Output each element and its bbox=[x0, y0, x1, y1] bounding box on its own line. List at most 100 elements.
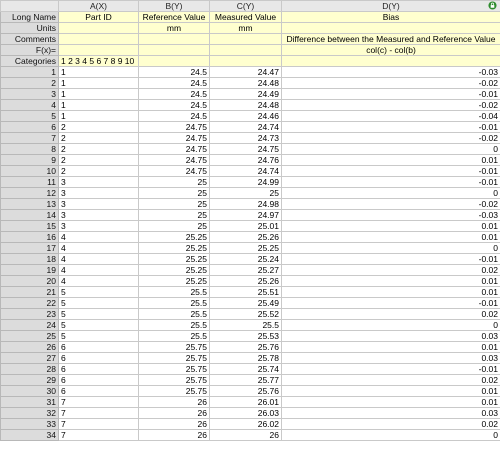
cell-measured-value[interactable]: 25.77 bbox=[209, 374, 282, 386]
units-b[interactable]: mm bbox=[138, 22, 210, 34]
units-c[interactable]: mm bbox=[209, 22, 282, 34]
cell-reference-value[interactable]: 26 bbox=[138, 429, 210, 441]
cell-bias[interactable]: -0.01 bbox=[281, 297, 500, 309]
comments-b[interactable] bbox=[138, 33, 210, 45]
cell-bias[interactable]: -0.02 bbox=[281, 132, 500, 144]
cell-part-id[interactable]: 6 bbox=[58, 341, 139, 353]
cell-part-id[interactable]: 6 bbox=[58, 374, 139, 386]
row-number[interactable]: 22 bbox=[0, 297, 59, 309]
cell-part-id[interactable]: 3 bbox=[58, 187, 139, 199]
cell-part-id[interactable]: 3 bbox=[58, 176, 139, 188]
row-number[interactable]: 12 bbox=[0, 187, 59, 199]
cell-measured-value[interactable]: 24.49 bbox=[209, 88, 282, 100]
cell-measured-value[interactable]: 24.47 bbox=[209, 66, 282, 78]
categories-c[interactable] bbox=[209, 55, 282, 67]
cell-bias[interactable]: 0.01 bbox=[281, 220, 500, 232]
column-header-a[interactable]: A(X) bbox=[58, 0, 139, 12]
row-number[interactable]: 19 bbox=[0, 264, 59, 276]
row-number[interactable]: 7 bbox=[0, 132, 59, 144]
row-label-units[interactable]: Units bbox=[0, 22, 59, 34]
cell-bias[interactable]: 0.02 bbox=[281, 374, 500, 386]
cell-bias[interactable]: -0.01 bbox=[281, 88, 500, 100]
cell-reference-value[interactable]: 25.25 bbox=[138, 275, 210, 287]
cell-reference-value[interactable]: 25 bbox=[138, 176, 210, 188]
row-number[interactable]: 15 bbox=[0, 220, 59, 232]
cell-part-id[interactable]: 4 bbox=[58, 264, 139, 276]
cell-reference-value[interactable]: 26 bbox=[138, 396, 210, 408]
cell-measured-value[interactable]: 25.24 bbox=[209, 253, 282, 265]
cell-measured-value[interactable]: 26.02 bbox=[209, 418, 282, 430]
row-number[interactable]: 25 bbox=[0, 330, 59, 342]
cell-measured-value[interactable]: 25.51 bbox=[209, 286, 282, 298]
cell-measured-value[interactable]: 26.01 bbox=[209, 396, 282, 408]
cell-measured-value[interactable]: 25.49 bbox=[209, 297, 282, 309]
row-number[interactable]: 5 bbox=[0, 110, 59, 122]
cell-bias[interactable]: -0.01 bbox=[281, 363, 500, 375]
cell-part-id[interactable]: 4 bbox=[58, 275, 139, 287]
cell-part-id[interactable]: 1 bbox=[58, 66, 139, 78]
long-name-c[interactable]: Measured Value bbox=[209, 11, 282, 23]
cell-reference-value[interactable]: 24.5 bbox=[138, 99, 210, 111]
cell-reference-value[interactable]: 25.5 bbox=[138, 286, 210, 298]
cell-part-id[interactable]: 2 bbox=[58, 165, 139, 177]
cell-measured-value[interactable]: 24.74 bbox=[209, 121, 282, 133]
row-number[interactable]: 8 bbox=[0, 143, 59, 155]
cell-measured-value[interactable]: 24.48 bbox=[209, 99, 282, 111]
cell-bias[interactable]: 0 bbox=[281, 143, 500, 155]
cell-bias[interactable]: -0.03 bbox=[281, 209, 500, 221]
cell-reference-value[interactable]: 25.75 bbox=[138, 363, 210, 375]
cell-measured-value[interactable]: 25.76 bbox=[209, 341, 282, 353]
cell-part-id[interactable]: 2 bbox=[58, 121, 139, 133]
cell-bias[interactable]: -0.04 bbox=[281, 110, 500, 122]
formula-c[interactable] bbox=[209, 44, 282, 56]
cell-bias[interactable]: -0.01 bbox=[281, 121, 500, 133]
cell-part-id[interactable]: 3 bbox=[58, 198, 139, 210]
cell-part-id[interactable]: 7 bbox=[58, 429, 139, 441]
cell-reference-value[interactable]: 25.5 bbox=[138, 308, 210, 320]
cell-measured-value[interactable]: 24.48 bbox=[209, 77, 282, 89]
cell-part-id[interactable]: 5 bbox=[58, 308, 139, 320]
row-number[interactable]: 28 bbox=[0, 363, 59, 375]
comments-a[interactable] bbox=[58, 33, 139, 45]
categories-d[interactable] bbox=[281, 55, 500, 67]
cell-bias[interactable]: -0.02 bbox=[281, 77, 500, 89]
cell-bias[interactable]: 0 bbox=[281, 429, 500, 441]
cell-reference-value[interactable]: 25.5 bbox=[138, 319, 210, 331]
cell-bias[interactable]: 0.03 bbox=[281, 330, 500, 342]
cell-part-id[interactable]: 7 bbox=[58, 396, 139, 408]
cell-part-id[interactable]: 1 bbox=[58, 88, 139, 100]
cell-reference-value[interactable]: 24.5 bbox=[138, 66, 210, 78]
cell-bias[interactable]: 0.01 bbox=[281, 154, 500, 166]
cell-reference-value[interactable]: 24.75 bbox=[138, 121, 210, 133]
cell-bias[interactable]: -0.01 bbox=[281, 165, 500, 177]
row-number[interactable]: 9 bbox=[0, 154, 59, 166]
row-number[interactable]: 27 bbox=[0, 352, 59, 364]
cell-bias[interactable]: -0.02 bbox=[281, 99, 500, 111]
row-number[interactable]: 2 bbox=[0, 77, 59, 89]
cell-part-id[interactable]: 1 bbox=[58, 77, 139, 89]
cell-reference-value[interactable]: 25 bbox=[138, 187, 210, 199]
row-number[interactable]: 4 bbox=[0, 99, 59, 111]
cell-part-id[interactable]: 4 bbox=[58, 242, 139, 254]
row-number[interactable]: 21 bbox=[0, 286, 59, 298]
row-number[interactable]: 17 bbox=[0, 242, 59, 254]
cell-bias[interactable]: 0.03 bbox=[281, 352, 500, 364]
row-number[interactable]: 3 bbox=[0, 88, 59, 100]
cell-reference-value[interactable]: 24.75 bbox=[138, 165, 210, 177]
row-number[interactable]: 10 bbox=[0, 165, 59, 177]
cell-reference-value[interactable]: 24.5 bbox=[138, 77, 210, 89]
units-d[interactable] bbox=[281, 22, 500, 34]
row-number[interactable]: 23 bbox=[0, 308, 59, 320]
cell-reference-value[interactable]: 25.25 bbox=[138, 242, 210, 254]
long-name-d[interactable]: Bias bbox=[281, 11, 500, 23]
row-number[interactable]: 34 bbox=[0, 429, 59, 441]
cell-bias[interactable]: 0 bbox=[281, 187, 500, 199]
cell-part-id[interactable]: 2 bbox=[58, 154, 139, 166]
cell-measured-value[interactable]: 25.01 bbox=[209, 220, 282, 232]
row-label-long-name[interactable]: Long Name bbox=[0, 11, 59, 23]
categories-a[interactable]: 1 2 3 4 5 6 7 8 9 10 bbox=[58, 55, 139, 67]
row-label-categories[interactable]: Categories bbox=[0, 55, 59, 67]
row-number[interactable]: 30 bbox=[0, 385, 59, 397]
cell-reference-value[interactable]: 26 bbox=[138, 407, 210, 419]
cell-reference-value[interactable]: 25.75 bbox=[138, 385, 210, 397]
